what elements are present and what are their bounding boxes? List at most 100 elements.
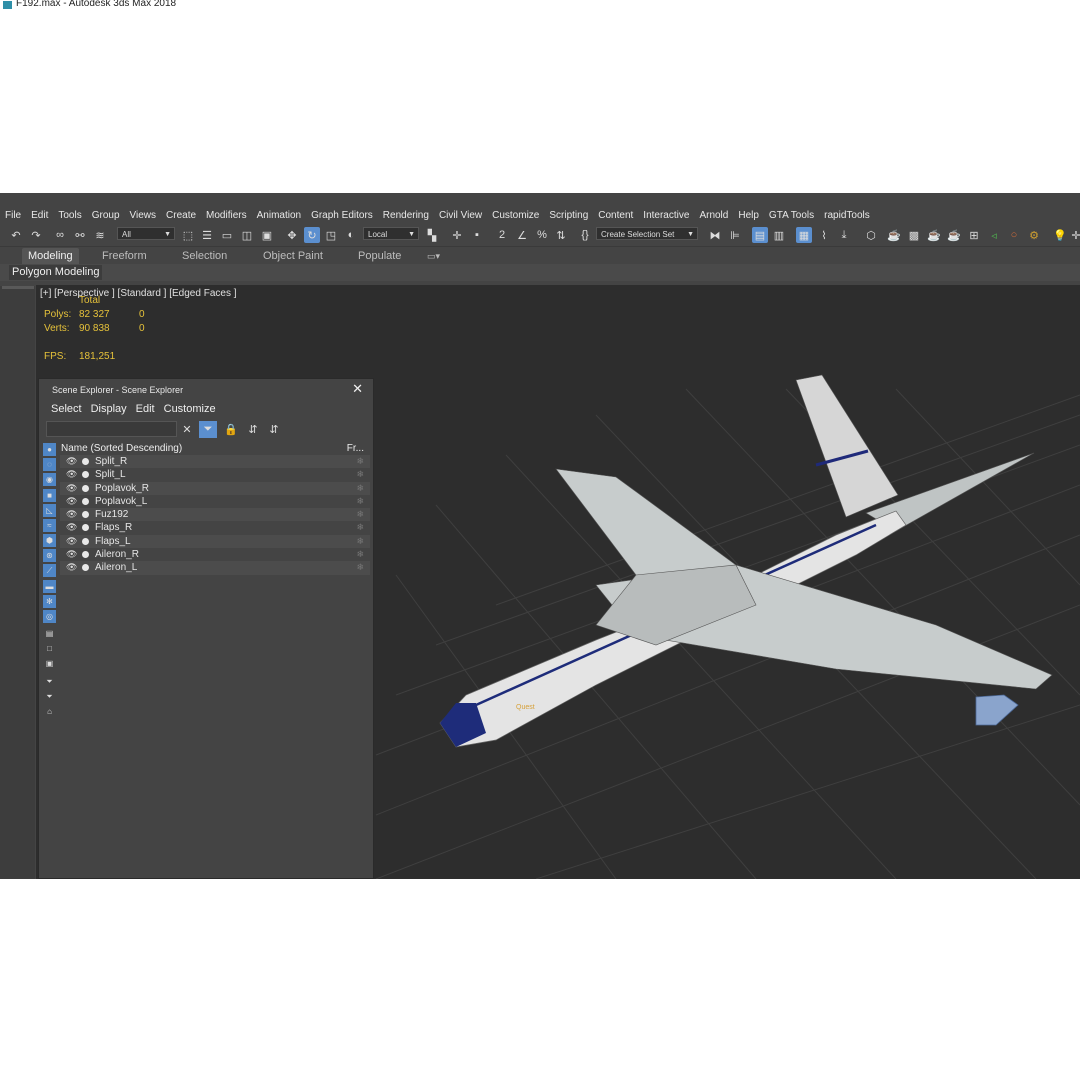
explorer-search-input[interactable] [46,421,177,437]
strip-handle[interactable] [2,286,34,289]
explorer-menu-customize[interactable]: Customize [164,403,216,415]
eye-icon[interactable]: 👁 [66,508,77,521]
display-spacewarps-icon[interactable]: ≈ [43,519,56,532]
rendered-frame-icon[interactable]: ▩ [906,227,922,243]
material-editor-icon[interactable]: ⬡ [863,227,879,243]
render-setup-icon[interactable]: ☕ [886,227,902,243]
menu-graph-editors[interactable]: Graph Editors [306,210,378,221]
menu-customize[interactable]: Customize [487,210,544,221]
eye-icon[interactable]: 👁 [66,548,77,561]
snowflake-icon[interactable]: ❄ [356,455,364,468]
menu-scripting[interactable]: Scripting [544,210,593,221]
snowflake-icon[interactable]: ❄ [356,468,364,481]
orange-tool-icon[interactable]: ○ [1006,227,1022,243]
keyboard-shortcut-icon[interactable]: ▪ [469,227,485,243]
render-dot-icon[interactable] [82,524,89,532]
render-dot-icon[interactable] [82,497,89,505]
unlink-icon[interactable]: ⚯ [72,227,88,243]
display-lights-icon[interactable]: ◉ [43,473,56,486]
redo-icon[interactable]: ↷ [28,227,44,243]
ref-coord-dropdown[interactable]: Local ▼ [363,227,419,240]
list-item[interactable]: 👁 Fuz192 ❄ [60,508,370,522]
lightbulb-icon[interactable]: 💡 [1052,227,1068,243]
display-bones-icon[interactable]: ⟋ [43,564,56,577]
select-object-icon[interactable]: ⬚ [180,227,196,243]
list-item[interactable]: 👁 Flaps_L ❄ [60,534,370,549]
filter-add-icon[interactable]: ⏷ [43,690,56,703]
snowflake-icon[interactable]: ❄ [356,495,364,508]
spinner-snap-icon[interactable]: ⇅ [553,227,569,243]
menu-animation[interactable]: Animation [252,210,306,221]
manipulate-icon[interactable]: ✛ [449,227,465,243]
align-icon[interactable]: ⊫ [727,227,743,243]
menu-file[interactable]: File [0,210,26,221]
tab-object-paint[interactable]: Object Paint [263,248,323,264]
layer-sort-icon[interactable]: ⇵ [265,421,283,438]
polygon-modeling-panel[interactable]: Polygon Modeling [9,265,103,280]
pivot-center-icon[interactable]: ▚ [424,227,440,243]
display-xrefs-icon[interactable]: ⊛ [43,549,56,562]
hierarchy-sort-icon[interactable]: ⇵ [244,421,262,438]
menu-content[interactable]: Content [593,210,638,221]
eye-icon[interactable]: 👁 [66,561,77,574]
select-move-icon[interactable]: ▣ [259,227,275,243]
undo-icon[interactable]: ↶ [8,227,24,243]
eye-icon[interactable]: 👁 [66,482,77,495]
bind-spacewarp-icon[interactable]: ≋ [92,227,108,243]
tab-selection[interactable]: Selection [182,248,227,264]
snowflake-icon[interactable]: ❄ [356,508,364,521]
menu-edit[interactable]: Edit [26,210,53,221]
scene-explorer-title[interactable]: Scene Explorer - Scene Explorer [52,385,183,395]
yellow-tool-icon[interactable]: ⚙ [1026,227,1042,243]
display-geometry-icon[interactable]: ● [43,443,56,456]
menu-civil-view[interactable]: Civil View [434,210,487,221]
eye-icon[interactable]: 👁 [66,521,77,534]
menu-create[interactable]: Create [161,210,201,221]
explorer-menu-display[interactable]: Display [91,403,127,415]
display-invert-icon[interactable]: ▣ [43,657,56,670]
display-shapes-icon[interactable]: ◌ [43,458,56,471]
green-tool-icon[interactable]: ◃ [986,227,1002,243]
list-item[interactable]: 👁 Flaps_R ❄ [60,521,370,534]
clear-search-icon[interactable]: ✕ [178,421,196,438]
render-dot-icon[interactable] [82,551,89,559]
schematic-view-icon[interactable]: ⤓ [836,227,852,243]
link-icon[interactable]: ∞ [52,227,68,243]
snowflake-icon[interactable]: ❄ [356,561,364,574]
eye-icon[interactable]: 👁 [66,468,77,481]
angle-snap-icon[interactable]: ∠ [514,227,530,243]
display-cameras-icon[interactable]: ■ [43,489,56,502]
explorer-menu-select[interactable]: Select [51,403,82,415]
menu-group[interactable]: Group [87,210,125,221]
render-dot-icon[interactable] [82,537,89,545]
render-dot-icon[interactable] [82,458,89,465]
container-icon[interactable]: ⌂ [43,705,56,718]
selection-filter-dropdown[interactable]: All ▼ [117,227,175,240]
render-cloud-icon[interactable]: ⊞ [966,227,982,243]
move-icon[interactable]: ✥ [284,227,300,243]
display-groups-icon[interactable]: ⬢ [43,534,56,547]
menu-tools[interactable]: Tools [53,210,86,221]
menu-interactive[interactable]: Interactive [638,210,694,221]
list-item[interactable]: 👁 Split_L ❄ [60,468,370,481]
window-crossing-icon[interactable]: ◫ [239,227,255,243]
percent-snap-icon[interactable]: % [534,227,550,243]
eye-icon[interactable]: 👁 [66,535,77,548]
display-frozen-icon[interactable]: ✻ [43,595,56,608]
more-tools-icon[interactable]: ✛ [1068,227,1080,243]
display-none-icon[interactable]: □ [43,642,56,655]
menu-rendering[interactable]: Rendering [378,210,434,221]
viewport-label[interactable]: [+] [Perspective ] [Standard ] [Edged Fa… [40,288,237,299]
scale-icon[interactable]: ◳ [323,227,339,243]
eye-icon[interactable]: 👁 [66,455,77,468]
render-iterative-icon[interactable]: ☕ [946,227,962,243]
list-item[interactable]: 👁 Split_R ❄ [60,455,370,469]
selection-set-dropdown[interactable]: Create Selection Set ▼ [596,227,698,240]
snowflake-icon[interactable]: ❄ [356,535,364,548]
menu-modifiers[interactable]: Modifiers [201,210,252,221]
display-helpers-icon[interactable]: ◺ [43,504,56,517]
render-dot-icon[interactable] [82,564,89,572]
menu-gta-tools[interactable]: GTA Tools [764,210,819,221]
render-production-icon[interactable]: ☕ [926,227,942,243]
display-containers-icon[interactable]: ▬ [43,580,56,593]
